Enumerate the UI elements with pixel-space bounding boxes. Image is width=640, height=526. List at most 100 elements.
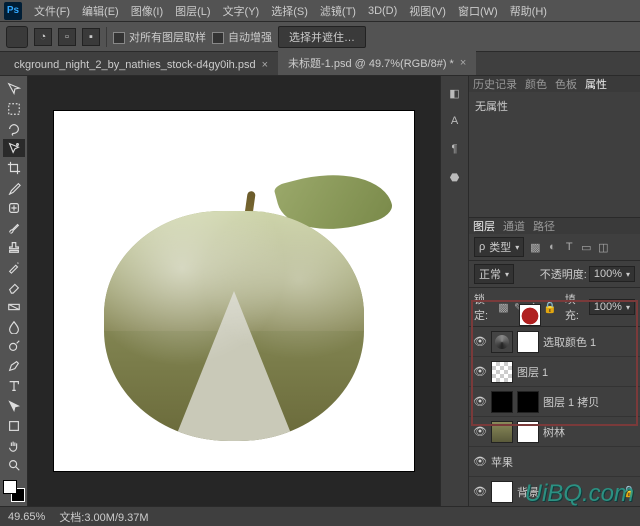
layer-mask-thumb[interactable] <box>517 421 539 443</box>
visibility-icon[interactable]: 👁 <box>473 335 487 348</box>
healing-tool[interactable] <box>3 199 25 217</box>
path-select-tool[interactable] <box>3 397 25 415</box>
tab-channels[interactable]: 通道 <box>503 218 525 234</box>
tab-layers[interactable]: 图层 <box>473 218 495 234</box>
libraries-panel-icon[interactable]: ⬣ <box>446 168 464 186</box>
add-selection-icon[interactable]: ▪ <box>82 28 100 46</box>
blur-tool[interactable] <box>3 318 25 336</box>
layers-list[interactable]: 👁 选取颜色 1 👁 图层 1 👁 图层 1 拷贝 <box>469 327 640 507</box>
layer-row[interactable]: 👁 图层 1 <box>469 357 640 387</box>
move-tool[interactable] <box>3 80 25 98</box>
fill-input[interactable]: 100%▾ <box>589 299 635 315</box>
foreground-color[interactable] <box>3 480 17 494</box>
menu-file[interactable]: 文件(F) <box>28 3 76 19</box>
layer-name[interactable]: 图层 1 拷贝 <box>543 394 636 410</box>
properties-panel-tabs: 历史记录 颜色 色板 属性 <box>469 76 640 92</box>
tab-paths[interactable]: 路径 <box>533 218 555 234</box>
layer-name[interactable]: 选取颜色 1 <box>543 334 636 350</box>
current-tool-preset[interactable] <box>6 26 28 48</box>
tab-swatches[interactable]: 色板 <box>555 76 577 92</box>
layer-mask-thumb[interactable] <box>517 391 539 413</box>
visibility-icon[interactable]: 👁 <box>473 455 487 468</box>
layer-thumb[interactable] <box>491 361 513 383</box>
visibility-icon[interactable]: 👁 <box>473 485 487 498</box>
refine-edge-button[interactable]: 选择并遮住… <box>278 26 366 48</box>
menu-select[interactable]: 选择(S) <box>265 3 314 19</box>
layer-thumb[interactable] <box>491 391 513 413</box>
shape-tool[interactable] <box>3 417 25 435</box>
menu-layer[interactable]: 图层(L) <box>169 3 216 19</box>
new-selection-icon[interactable]: ▫ <box>58 28 76 46</box>
close-icon[interactable]: × <box>262 59 268 71</box>
tab-properties[interactable]: 属性 <box>585 76 607 92</box>
lasso-tool[interactable] <box>3 120 25 138</box>
canvas-area[interactable] <box>28 76 440 506</box>
menu-type[interactable]: 文字(Y) <box>217 3 266 19</box>
paragraph-panel-icon[interactable]: ¶ <box>446 140 464 158</box>
brush-tool[interactable] <box>3 219 25 237</box>
menu-view[interactable]: 视图(V) <box>403 3 452 19</box>
layer-name[interactable]: 图层 1 <box>517 364 636 380</box>
layer-row[interactable]: 👁 图层 1 拷贝 <box>469 387 640 417</box>
eyedropper-tool[interactable] <box>3 179 25 197</box>
doc-size-label[interactable]: 文档:3.00M/9.37M <box>59 509 148 525</box>
filter-smart-icon[interactable]: ◫ <box>596 240 610 254</box>
document-canvas[interactable] <box>54 111 414 471</box>
menu-help[interactable]: 帮助(H) <box>504 3 553 19</box>
filter-shape-icon[interactable]: ▭ <box>579 240 593 254</box>
layer-thumb[interactable] <box>491 481 513 503</box>
opacity-input[interactable]: 100%▾ <box>589 266 635 282</box>
close-icon[interactable]: × <box>460 57 466 69</box>
layer-thumb[interactable] <box>491 421 513 443</box>
document-tab-2[interactable]: 未标题-1.psd @ 49.7%(RGB/8#) * × <box>278 51 476 75</box>
menu-edit[interactable]: 编辑(E) <box>76 3 125 19</box>
zoom-value[interactable]: 49.65% <box>8 511 45 523</box>
dodge-tool[interactable] <box>3 338 25 356</box>
menu-image[interactable]: 图像(I) <box>125 3 169 19</box>
lock-all-icon[interactable]: 🔒 <box>543 300 557 314</box>
menu-filter[interactable]: 滤镜(T) <box>314 3 362 19</box>
lock-transparent-icon[interactable]: ▩ <box>498 300 509 314</box>
filter-pixel-icon[interactable]: ▩ <box>528 240 542 254</box>
layer-row[interactable]: 👁 树林 <box>469 417 640 447</box>
layer-mask-thumb[interactable] <box>517 331 539 353</box>
crop-tool[interactable] <box>3 159 25 177</box>
hand-tool[interactable] <box>3 437 25 455</box>
layer-row[interactable]: 👁 选取颜色 1 <box>469 327 640 357</box>
document-tab-1[interactable]: ckground_night_2_by_nathies_stock-d4gy0i… <box>4 55 278 75</box>
document-tab-bar: ckground_night_2_by_nathies_stock-d4gy0i… <box>0 52 640 76</box>
eraser-tool[interactable] <box>3 278 25 296</box>
color-panel-icon[interactable]: ◧ <box>446 84 464 102</box>
menu-window[interactable]: 窗口(W) <box>452 3 504 19</box>
layer-row[interactable]: 👁 苹果 <box>469 447 640 477</box>
layer-name[interactable]: 树林 <box>543 424 636 440</box>
filter-type-icon[interactable]: T <box>562 240 576 254</box>
layer-name[interactable]: 苹果 <box>491 454 636 470</box>
gradient-tool[interactable] <box>3 298 25 316</box>
brush-size-icon[interactable]: ◔ <box>34 28 52 46</box>
marquee-tool[interactable] <box>3 100 25 118</box>
stamp-tool[interactable] <box>3 239 25 257</box>
layer-kind-dropdown[interactable]: ρ类型▾ <box>474 237 524 257</box>
layer-row[interactable]: 👁 背景 🔒 <box>469 477 640 507</box>
menu-3d[interactable]: 3D(D) <box>362 5 403 17</box>
filter-adjust-icon[interactable]: ◐ <box>545 240 559 254</box>
character-panel-icon[interactable]: A <box>446 112 464 130</box>
auto-enhance-label: 自动增强 <box>228 32 272 44</box>
visibility-icon[interactable]: 👁 <box>473 425 487 438</box>
tab-color[interactable]: 颜色 <box>525 76 547 92</box>
visibility-icon[interactable]: 👁 <box>473 395 487 408</box>
visibility-icon[interactable]: 👁 <box>473 365 487 378</box>
type-tool[interactable] <box>3 377 25 395</box>
history-brush-tool[interactable] <box>3 258 25 276</box>
color-swatch[interactable] <box>3 480 25 502</box>
blend-mode-dropdown[interactable]: 正常▾ <box>474 264 514 284</box>
layer-thumb[interactable] <box>491 331 513 353</box>
zoom-tool[interactable] <box>3 456 25 474</box>
quick-select-tool[interactable] <box>3 139 25 157</box>
tab-history[interactable]: 历史记录 <box>473 76 517 92</box>
pen-tool[interactable] <box>3 357 25 375</box>
sample-all-checkbox[interactable]: 对所有图层取样 <box>113 29 206 45</box>
auto-enhance-checkbox[interactable]: 自动增强 <box>212 29 272 45</box>
layer-name[interactable]: 背景 <box>517 484 618 500</box>
